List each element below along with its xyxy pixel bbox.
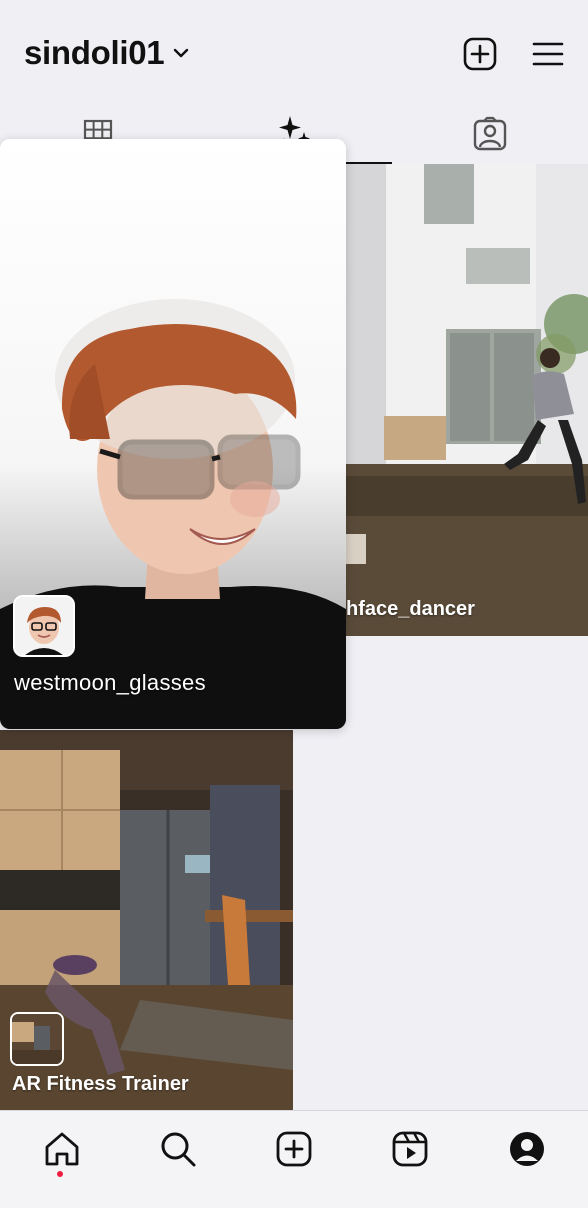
avatar-face-image [15,597,73,655]
bottom-navigation-bar [0,1110,588,1208]
tab-tagged[interactable] [392,110,588,164]
effect-tile-hface-dancer[interactable]: hface_dancer [346,164,588,636]
reels-icon[interactable] [390,1129,430,1169]
effect-name-westmoon-glasses: westmoon_glasses [14,670,206,695]
thumbnail-kitchen-image [12,1014,62,1064]
home-icon[interactable] [42,1129,82,1169]
home-notification-dot [57,1171,63,1177]
hamburger-menu-icon[interactable] [530,36,566,72]
app-screen: sindoli01 hface_dancer AR Fitness Traine… [0,0,588,1208]
create-icon[interactable] [274,1129,314,1169]
profile-username[interactable]: sindoli01 [24,34,165,72]
create-plus-square-icon[interactable] [462,36,498,72]
effect-name-ar-fitness-trainer: AR Fitness Trainer [12,1073,189,1095]
profile-icon[interactable] [507,1129,547,1169]
effect-tile-ar-fitness-trainer[interactable]: AR Fitness Trainer [0,730,293,1110]
effect-creator-thumbnail [10,1012,64,1066]
effect-preview-dancer [346,164,588,636]
search-icon[interactable] [158,1129,198,1169]
effect-name-hface-dancer: hface_dancer [346,598,475,620]
tagged-person-icon [473,116,507,151]
chevron-down-icon[interactable] [172,44,190,62]
profile-header: sindoli01 [0,0,588,110]
effect-tile-westmoon-glasses-preview[interactable]: westmoon_glasses [0,139,346,729]
effect-creator-avatar [13,595,75,657]
